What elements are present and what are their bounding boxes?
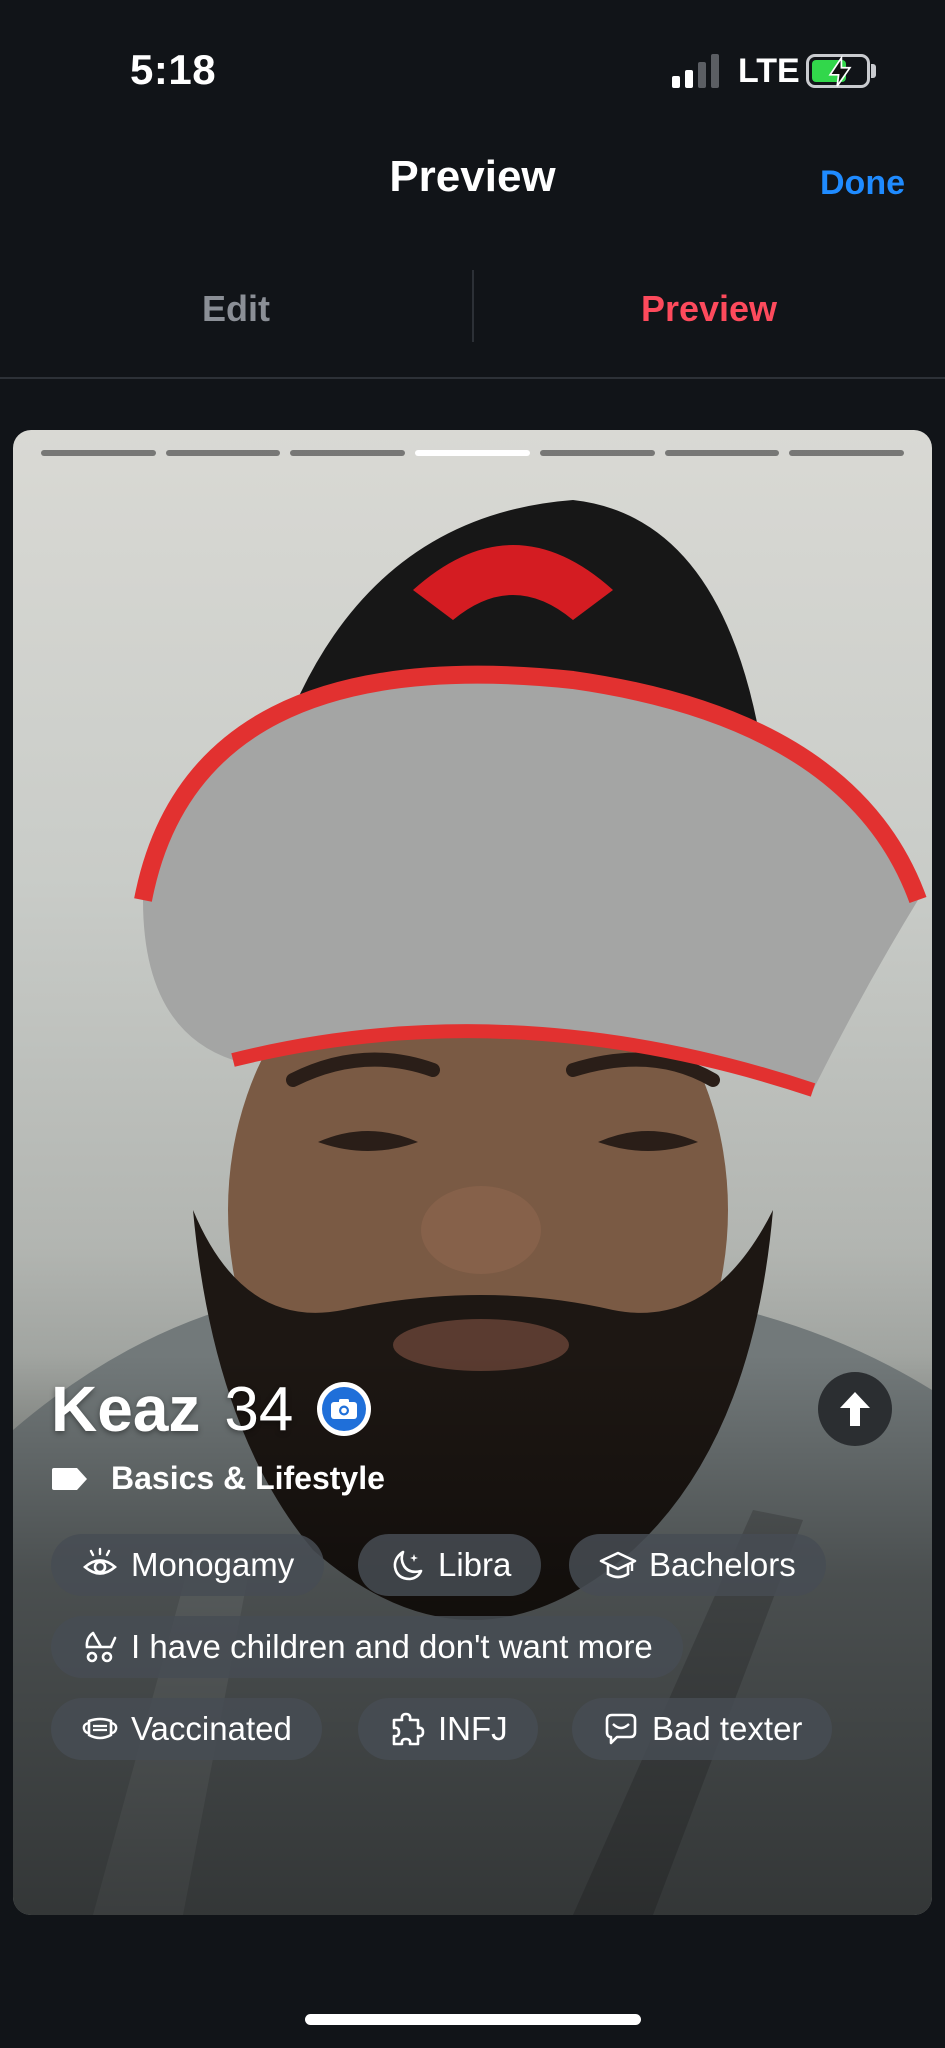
battery-icon — [806, 54, 870, 88]
photo-progress-segment — [539, 450, 655, 456]
graduation-cap-icon — [599, 1551, 637, 1579]
section-title: Basics & Lifestyle — [111, 1460, 385, 1496]
status-bar: 5:18 LTE — [0, 0, 945, 130]
photo-verified-icon[interactable] — [317, 1382, 372, 1436]
edit-preview-tabs: Edit Preview — [0, 258, 945, 378]
network-type: LTE — [738, 52, 800, 90]
chip-bachelors: Bachelors — [569, 1534, 826, 1596]
chip-label: Vaccinated — [131, 1710, 292, 1747]
chip-libra: Libra — [358, 1534, 542, 1596]
chat-bubble-icon — [605, 1713, 637, 1745]
puzzle-icon — [392, 1712, 425, 1746]
battery-cap — [871, 64, 876, 78]
moon-icon — [393, 1550, 423, 1581]
chip-label: Bachelors — [649, 1546, 796, 1583]
tab-preview[interactable]: Preview — [473, 288, 945, 330]
chip-vaccinated: Vaccinated — [51, 1698, 322, 1760]
status-time: 5:18 — [130, 46, 217, 93]
chip-label: INFJ — [438, 1710, 508, 1747]
photo-progress-segment — [290, 450, 406, 456]
eye-icon — [83, 1547, 117, 1575]
stroller-icon — [85, 1631, 117, 1663]
signal-icon — [672, 54, 720, 88]
chip-label: I have children and don't want more — [131, 1628, 653, 1665]
face-mask-icon — [82, 1717, 118, 1740]
photo-progress-segment — [41, 450, 156, 456]
chip-label: Monogamy — [131, 1546, 295, 1583]
name-row: Keaz 34 — [51, 1372, 372, 1446]
chip-communication-style: Bad texter — [572, 1698, 833, 1760]
chip-monogamy: Monogamy — [51, 1534, 325, 1596]
profile-age: 34 — [224, 1374, 294, 1444]
chip-family-plans: I have children and don't want more — [51, 1616, 683, 1678]
tag-icon — [52, 1467, 87, 1490]
arrow-up-icon — [840, 1392, 870, 1426]
section-header: Basics & Lifestyle — [51, 1460, 385, 1497]
chip-label: Libra — [438, 1546, 512, 1583]
done-button[interactable]: Done — [820, 164, 905, 203]
profile-name: Keaz — [51, 1373, 201, 1445]
tab-edit[interactable]: Edit — [0, 288, 472, 330]
expand-profile-button[interactable] — [818, 1372, 892, 1446]
photo-progress-segment — [664, 450, 780, 456]
photo-progress-bar — [41, 450, 905, 456]
tabs-divider — [0, 377, 945, 379]
photo-progress-segment — [789, 450, 905, 456]
photo-progress-segment-active — [415, 450, 530, 456]
photo-progress-segment — [165, 450, 281, 456]
home-indicator[interactable] — [305, 2014, 641, 2025]
page-title: Preview — [389, 152, 556, 201]
chip-label: Bad texter — [652, 1710, 803, 1747]
chip-personality: INFJ — [358, 1698, 538, 1760]
profile-card[interactable]: Keaz 34 Basics & Lifestyle Monogamy Libr… — [13, 430, 932, 1915]
